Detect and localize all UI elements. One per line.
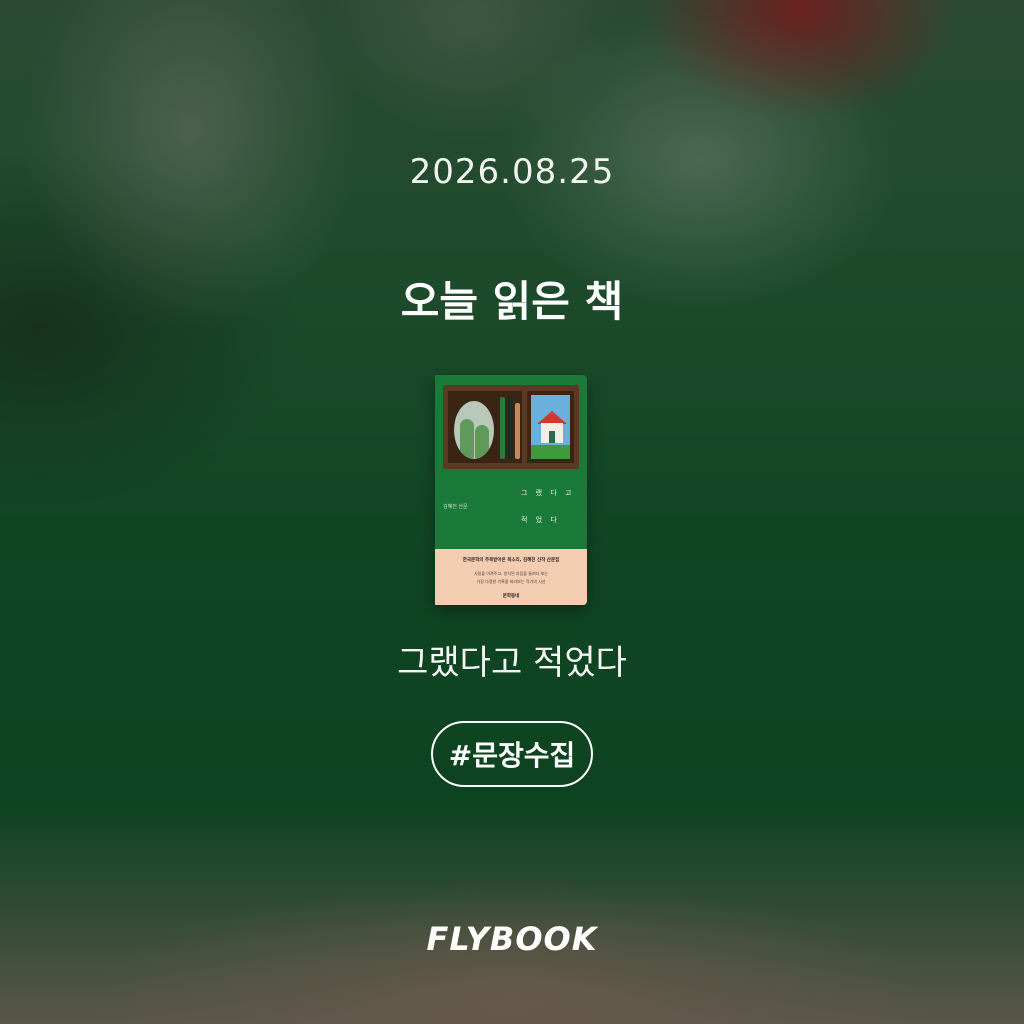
pencil-icon xyxy=(515,403,520,459)
brand-logo: FLYBOOK xyxy=(426,920,598,958)
house-door-icon xyxy=(549,431,555,443)
book-title: 그랬다고 적었다 xyxy=(397,643,627,683)
cover-title-line-1: 그 랬 다 고 xyxy=(521,489,575,497)
reading-card: 2026.08.25 오늘 읽은 책 그 랬 다 고 적 었 다 김혜진 산문 … xyxy=(0,0,1024,1024)
hashtag-chip[interactable]: #문장수집 xyxy=(431,721,593,787)
band-line-2: 가장 다정한 기록을 바라보는 작가의 시선 xyxy=(476,579,546,584)
cover-author: 김혜진 산문 xyxy=(443,504,468,510)
tree-icon xyxy=(475,425,489,459)
sky-panel xyxy=(531,395,570,459)
cover-illustration-shelf xyxy=(443,385,579,469)
band-line-1: 사람을 아껴주고, 방치된 마음을 들여다 보는 xyxy=(474,571,548,576)
cover-title-line-2: 적 었 다 xyxy=(521,516,560,524)
book-cover[interactable]: 그 랬 다 고 적 었 다 김혜진 산문 한국문학의 주목받아온 목소리, 김혜… xyxy=(435,375,587,605)
grass-strip xyxy=(531,445,570,459)
page-title: 오늘 읽은 책 xyxy=(400,277,624,326)
pencil-icon xyxy=(500,397,505,459)
cover-band: 한국문학의 주목받아온 목소리, 김혜진 신작 산문집 사람을 아껴주고, 방치… xyxy=(435,549,587,605)
publisher-label: 문학동네 xyxy=(502,594,520,599)
date-label: 2026.08.25 xyxy=(409,152,615,192)
band-headline: 한국문학의 주목받아온 목소리, 김혜진 신작 산문집 xyxy=(462,558,560,563)
cover-illustration-trees xyxy=(448,391,522,463)
tree-window-icon xyxy=(454,401,494,459)
tree-icon xyxy=(460,419,474,459)
pencil-icon xyxy=(508,397,513,459)
cover-illustration-house xyxy=(527,391,574,463)
